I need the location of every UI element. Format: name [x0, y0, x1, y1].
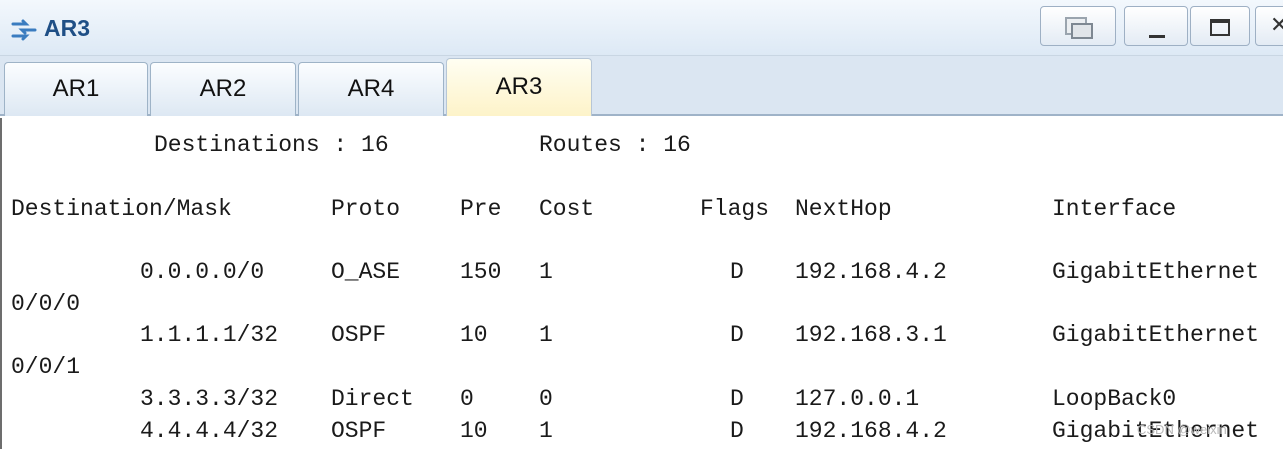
header-nexthop: NextHop: [795, 196, 892, 222]
router-icon: [11, 19, 37, 41]
route-proto: OSPF: [331, 322, 387, 348]
route-cost: 0: [539, 386, 553, 412]
terminal-output[interactable]: Destinations : 16 Routes : 16 Destinatio…: [0, 118, 1283, 449]
route-cost: 1: [539, 418, 553, 444]
header-destination: Destination/Mask: [11, 196, 232, 222]
close-icon: ✕: [1270, 13, 1283, 38]
route-nexthop: 192.168.3.1: [795, 322, 947, 348]
route-flags: D: [730, 322, 744, 348]
header-proto: Proto: [331, 196, 401, 222]
restore-button[interactable]: [1040, 6, 1116, 46]
tab-ar4[interactable]: AR4: [298, 62, 444, 116]
route-pre: 10: [460, 322, 488, 348]
route-interface: GigabitEthernet: [1052, 259, 1260, 285]
minimize-icon: [1149, 35, 1165, 38]
restore-icon-front: [1071, 23, 1093, 39]
header-cost: Cost: [539, 196, 595, 222]
route-flags: D: [730, 386, 744, 412]
route-flags: D: [730, 418, 744, 444]
maximize-button[interactable]: [1190, 6, 1250, 46]
route-interface-continued: 0/0/0: [11, 291, 81, 317]
header-interface: Interface: [1052, 196, 1177, 222]
tab-ar1[interactable]: AR1: [4, 62, 148, 116]
route-pre: 150: [460, 259, 502, 285]
maximize-icon: [1210, 19, 1230, 36]
route-destination: 3.3.3.3/32: [140, 386, 279, 412]
route-pre: 10: [460, 418, 488, 444]
route-flags: D: [730, 259, 744, 285]
watermark: CSDN @weixin: [1137, 422, 1227, 437]
route-destination: 4.4.4.4/32: [140, 418, 279, 444]
route-interface-continued: 0/0/1: [11, 354, 81, 380]
route-destination: 0.0.0.0/0: [140, 259, 265, 285]
header-pre: Pre: [460, 196, 502, 222]
route-nexthop: 192.168.4.2: [795, 259, 947, 285]
route-cost: 1: [539, 322, 553, 348]
tab-bar: AR1 AR2 AR4 AR3: [0, 56, 1283, 116]
header-flags: Flags: [700, 196, 770, 222]
route-interface: LoopBack0: [1052, 386, 1177, 412]
routes-count: Routes : 16: [539, 132, 691, 158]
route-proto: Direct: [331, 386, 414, 412]
route-nexthop: 192.168.4.2: [795, 418, 947, 444]
close-button[interactable]: ✕: [1255, 6, 1283, 46]
tab-ar2[interactable]: AR2: [150, 62, 296, 116]
route-proto: OSPF: [331, 418, 387, 444]
title-bar: AR3 ✕: [0, 0, 1283, 56]
destinations-count: Destinations : 16: [154, 132, 389, 158]
route-nexthop: 127.0.0.1: [795, 386, 920, 412]
route-interface: GigabitEthernet: [1052, 322, 1260, 348]
tab-ar3[interactable]: AR3: [446, 58, 592, 116]
route-pre: 0: [460, 386, 474, 412]
route-destination: 1.1.1.1/32: [140, 322, 279, 348]
route-proto: O_ASE: [331, 259, 401, 285]
window-title: AR3: [44, 15, 91, 41]
minimize-button[interactable]: [1124, 6, 1188, 46]
route-cost: 1: [539, 259, 553, 285]
